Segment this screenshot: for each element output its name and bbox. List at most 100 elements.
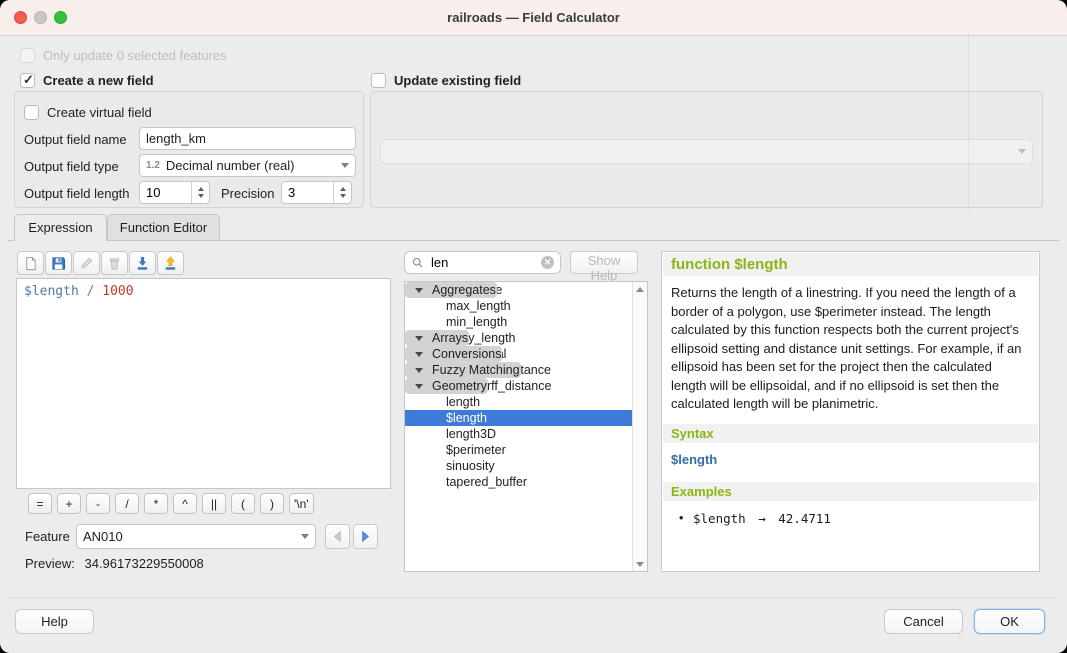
step-up-icon[interactable] (198, 187, 204, 191)
tree-scrollbar[interactable] (632, 282, 647, 571)
operator-button-divide[interactable]: / (115, 493, 139, 514)
export-expression-button[interactable] (157, 251, 184, 275)
function-label: $length (446, 411, 487, 425)
operator-button-plus[interactable]: + (57, 493, 81, 514)
output-field-length-input[interactable] (140, 182, 191, 203)
function-item-row[interactable]: sinuosity (405, 458, 633, 474)
operator-button-concat[interactable]: || (202, 493, 226, 514)
function-label: Arrays (432, 331, 468, 345)
function-item-row[interactable]: $length (405, 410, 633, 426)
output-field-name-label: Output field name (24, 132, 127, 147)
operator-button-open-paren[interactable]: ( (231, 493, 255, 514)
feature-combo[interactable]: AN010 (76, 524, 316, 549)
function-item-row[interactable]: $perimeter (405, 442, 633, 458)
import-icon (135, 256, 150, 271)
operator-button-newline[interactable]: '\n' (289, 493, 314, 514)
previous-feature-button (325, 524, 350, 549)
titlebar[interactable]: railroads — Field Calculator (0, 0, 1067, 36)
tab-pane-border (8, 240, 1059, 241)
function-group-row[interactable]: Arrays (405, 330, 469, 346)
chevron-down-icon[interactable] (415, 288, 423, 293)
window-title: railroads — Field Calculator (0, 0, 1067, 35)
chevron-down-icon[interactable] (415, 336, 423, 341)
search-input[interactable] (429, 254, 536, 271)
output-field-type-combo[interactable]: 1.2 Decimal number (real) (139, 154, 356, 177)
new-expression-button[interactable] (17, 251, 44, 275)
tab-function-editor[interactable]: Function Editor (107, 214, 220, 241)
chevron-down-icon[interactable] (415, 368, 423, 373)
edit-expression-button (73, 251, 100, 275)
chevron-down-icon[interactable] (415, 352, 423, 357)
next-arrow-icon (359, 530, 372, 543)
output-field-length-spinbox[interactable] (139, 181, 210, 204)
operator-button-minus[interactable]: - (86, 493, 110, 514)
help-button[interactable]: Help (15, 609, 94, 634)
checkbox-box[interactable] (24, 105, 39, 120)
function-item-row[interactable]: min_length (405, 314, 633, 330)
operator-button-close-paren[interactable]: ) (260, 493, 284, 514)
function-label: Aggregates (432, 283, 496, 297)
decimal-type-icon: 1.2 (146, 160, 160, 171)
function-group-row[interactable]: Conversions (405, 346, 502, 362)
example-result: 42.4711 (778, 511, 831, 526)
expression-editor[interactable]: $length / 1000 (16, 278, 391, 489)
footer-divider (8, 597, 1059, 598)
step-down-icon[interactable] (198, 194, 204, 198)
step-up-icon[interactable] (340, 187, 346, 191)
scroll-down-icon[interactable] (633, 557, 647, 571)
function-item-row[interactable]: tapered_buffer (405, 474, 633, 490)
next-feature-button[interactable] (353, 524, 378, 549)
function-label: length3D (446, 427, 496, 441)
stepper[interactable] (191, 182, 209, 203)
checkbox-box[interactable] (371, 73, 386, 88)
output-field-type-value: Decimal number (real) (166, 158, 295, 173)
tab-expression[interactable]: Expression (14, 214, 107, 241)
clear-search-icon[interactable]: ✕ (541, 256, 554, 269)
precision-spinbox[interactable] (281, 181, 352, 204)
update-existing-field-checkbox[interactable]: Update existing field (371, 72, 521, 88)
cancel-button[interactable]: Cancel (884, 609, 963, 634)
scroll-up-icon[interactable] (633, 282, 647, 296)
precision-input[interactable] (282, 182, 333, 203)
preview-value: 34.96173229550008 (84, 556, 203, 571)
stepper[interactable] (333, 182, 351, 203)
create-new-field-checkbox[interactable]: Create a new field (20, 72, 154, 88)
field-calculator-dialog: railroads — Field Calculator Only update… (0, 0, 1067, 653)
save-expression-button[interactable] (45, 251, 72, 275)
ok-button[interactable]: OK (974, 609, 1045, 634)
feature-value: AN010 (83, 529, 123, 544)
output-field-name-input[interactable] (139, 127, 356, 150)
checkbox-box[interactable] (20, 73, 35, 88)
operator-button-eq[interactable]: = (28, 493, 52, 514)
output-field-length-label: Output field length (24, 186, 130, 201)
function-group-row[interactable]: Geometry (405, 378, 488, 394)
function-item-row[interactable]: max_length (405, 298, 633, 314)
chevron-down-icon[interactable] (415, 384, 423, 389)
expression-code: $length / 1000 (24, 284, 383, 299)
operator-button-power[interactable]: ^ (173, 493, 197, 514)
function-group-row[interactable]: Aggregates (405, 282, 497, 298)
new-file-icon (23, 256, 38, 271)
only-update-selected-checkbox: Only update 0 selected features (20, 47, 227, 63)
import-expression-button[interactable] (129, 251, 156, 275)
function-item-row[interactable]: length3D (405, 426, 633, 442)
close-button[interactable] (14, 11, 27, 24)
create-new-field-label: Create a new field (43, 73, 154, 88)
help-examples-heading: Examples (663, 482, 1038, 501)
step-down-icon[interactable] (340, 194, 346, 198)
tab-label: Expression (28, 220, 92, 235)
scroll-area-divider (968, 33, 969, 211)
example-expression: $length (693, 511, 746, 526)
create-virtual-field-checkbox[interactable]: Create virtual field (24, 104, 152, 120)
only-update-selected-label: Only update 0 selected features (43, 48, 227, 63)
function-label: max_length (446, 299, 511, 313)
show-help-button: Show Help (570, 251, 638, 274)
function-group-row[interactable]: Fuzzy Matching (405, 362, 521, 378)
pencil-icon (79, 256, 94, 271)
function-label: Geometry (432, 379, 487, 393)
operator-button-multiply[interactable]: * (144, 493, 168, 514)
zoom-button[interactable] (54, 11, 67, 24)
chevron-down-icon (341, 163, 349, 168)
function-search[interactable]: ✕ (404, 251, 561, 274)
function-item-row[interactable]: length (405, 394, 633, 410)
